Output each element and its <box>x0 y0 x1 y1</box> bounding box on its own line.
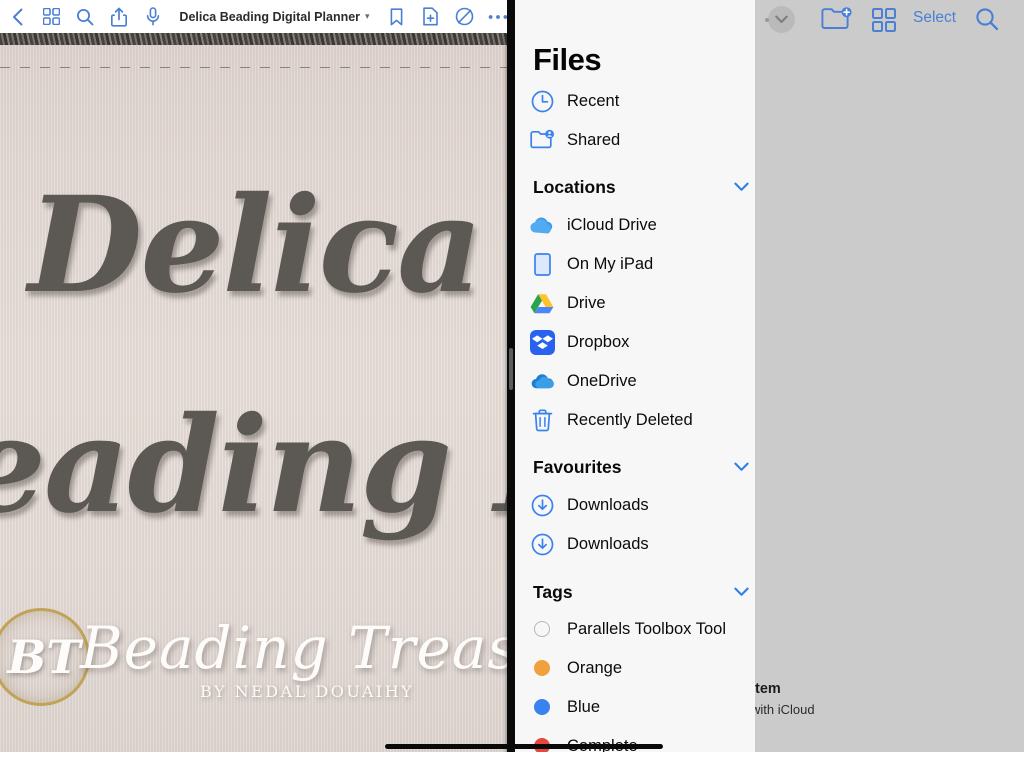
page-dashed-line <box>0 67 515 68</box>
cover-title-line1: Delica <box>28 168 483 323</box>
sidebar-item-label: iCloud Drive <box>567 215 657 234</box>
screen: Delica Beading Digital Planner ▾ Delica … <box>0 0 1024 768</box>
sidebar-item-label: Recently Deleted <box>567 410 693 429</box>
trash-icon <box>529 407 555 433</box>
ipad-icon <box>529 251 555 277</box>
sidebar-item-icloud-drive[interactable]: iCloud Drive <box>529 208 755 242</box>
item-count: item <box>751 681 781 697</box>
brand-byline: BY NEDAL DOUAIHY <box>200 682 415 701</box>
tag-dot-icon <box>529 616 555 642</box>
sidebar-item-recently-deleted[interactable]: Recently Deleted <box>529 403 755 437</box>
microphone-icon[interactable] <box>136 2 170 32</box>
sidebar-item-label: On My iPad <box>567 254 654 273</box>
books-app: Delica Beading Digital Planner ▾ Delica … <box>0 0 515 768</box>
new-folder-icon[interactable] <box>821 6 853 32</box>
page-texture-band <box>0 33 515 45</box>
sidebar-section-favourites[interactable]: Favourites <box>533 454 749 480</box>
books-toolbar: Delica Beading Digital Planner ▾ <box>0 0 515 33</box>
download-circle-icon <box>529 492 555 518</box>
search-icon[interactable] <box>68 2 102 32</box>
dropbox-icon <box>529 329 555 355</box>
book-title: Delica Beading Digital Planner <box>179 9 361 24</box>
sidebar-item-recent[interactable]: Recent <box>529 84 755 118</box>
brand-name: Beading Treasures <box>80 614 515 682</box>
download-circle-icon <box>529 531 555 557</box>
google-drive-icon <box>529 290 555 316</box>
sync-status: with iCloud <box>751 702 815 717</box>
bookmark-icon[interactable] <box>379 2 413 32</box>
sidebar-item-dropbox[interactable]: Dropbox <box>529 325 755 359</box>
sidebar-item-drive[interactable]: Drive <box>529 286 755 320</box>
sidebar-tag-parallels-toolbox-tool[interactable]: Parallels Toolbox Tool <box>529 612 755 646</box>
sidebar-drag-handle[interactable] <box>509 348 513 390</box>
sidebar-item-on-my-ipad[interactable]: On My iPad <box>529 247 755 281</box>
sidebar-item-label: Blue <box>567 697 601 716</box>
add-page-icon[interactable] <box>413 2 447 32</box>
status-line: item with iCloud <box>751 681 1011 717</box>
icloud-icon <box>529 212 555 238</box>
chevron-down-icon[interactable] <box>734 460 749 475</box>
markup-icon[interactable] <box>447 2 481 32</box>
tag-dot-icon <box>529 733 555 752</box>
library-grid-icon[interactable] <box>34 2 68 32</box>
home-indicator[interactable] <box>385 744 663 749</box>
chevron-down-circle-icon[interactable] <box>768 6 795 33</box>
sidebar-item-label: Drive <box>567 293 606 312</box>
bottom-safe-area <box>0 752 1024 768</box>
sidebar-item-label: Shared <box>567 130 621 149</box>
search-icon[interactable] <box>973 6 1001 32</box>
cover-brand-block: BT Beading Treasures BY NEDAL DOUAIHY <box>0 600 515 710</box>
sidebar-item-label: Downloads <box>567 534 649 553</box>
sidebar-item-label: Downloads <box>567 495 649 514</box>
book-title-menu[interactable]: Delica Beading Digital Planner ▾ <box>170 10 379 24</box>
sidebar-item-label: Dropbox <box>567 332 630 351</box>
section-title: Locations <box>533 176 616 197</box>
grid-view-icon[interactable] <box>871 8 897 32</box>
sidebar-tag-orange[interactable]: Orange <box>529 651 755 685</box>
sidebar-item-downloads-2[interactable]: Downloads <box>529 527 755 561</box>
onedrive-icon <box>529 368 555 394</box>
sidebar-item-label: OneDrive <box>567 371 637 390</box>
sidebar-item-label: Orange <box>567 658 623 677</box>
select-button[interactable]: Select <box>913 9 956 27</box>
sidebar-title: Files <box>533 42 602 77</box>
brand-monogram: BT <box>7 630 81 684</box>
chevron-down-icon[interactable] <box>734 585 749 600</box>
sidebar-tag-blue[interactable]: Blue <box>529 690 755 724</box>
clock-icon <box>529 88 555 114</box>
chevron-down-icon: ▾ <box>365 11 370 21</box>
back-button[interactable] <box>0 2 34 32</box>
sidebar-item-onedrive[interactable]: OneDrive <box>529 364 755 398</box>
tag-dot-icon <box>529 694 555 720</box>
section-title: Favourites <box>533 456 622 477</box>
share-icon[interactable] <box>102 2 136 32</box>
section-title: Tags <box>533 581 573 602</box>
files-sidebar: Files Recent Shared Locations iCloud Dri… <box>515 0 755 752</box>
sidebar-section-locations[interactable]: Locations <box>533 174 749 200</box>
cover-title-line2: eading Plan <box>0 388 515 543</box>
sidebar-item-label: Recent <box>567 91 620 110</box>
sidebar-section-tags[interactable]: Tags <box>533 579 749 605</box>
sidebar-item-label: Parallels Toolbox Tool <box>567 619 726 638</box>
sidebar-item-shared[interactable]: Shared <box>529 123 755 157</box>
chevron-down-icon[interactable] <box>734 180 749 195</box>
book-page[interactable]: Delica eading Plan BT Beading Treasures … <box>0 33 515 768</box>
tag-dot-icon <box>529 655 555 681</box>
shared-folder-icon <box>529 127 555 153</box>
sidebar-item-downloads-1[interactable]: Downloads <box>529 488 755 522</box>
brand-rule <box>95 678 515 680</box>
